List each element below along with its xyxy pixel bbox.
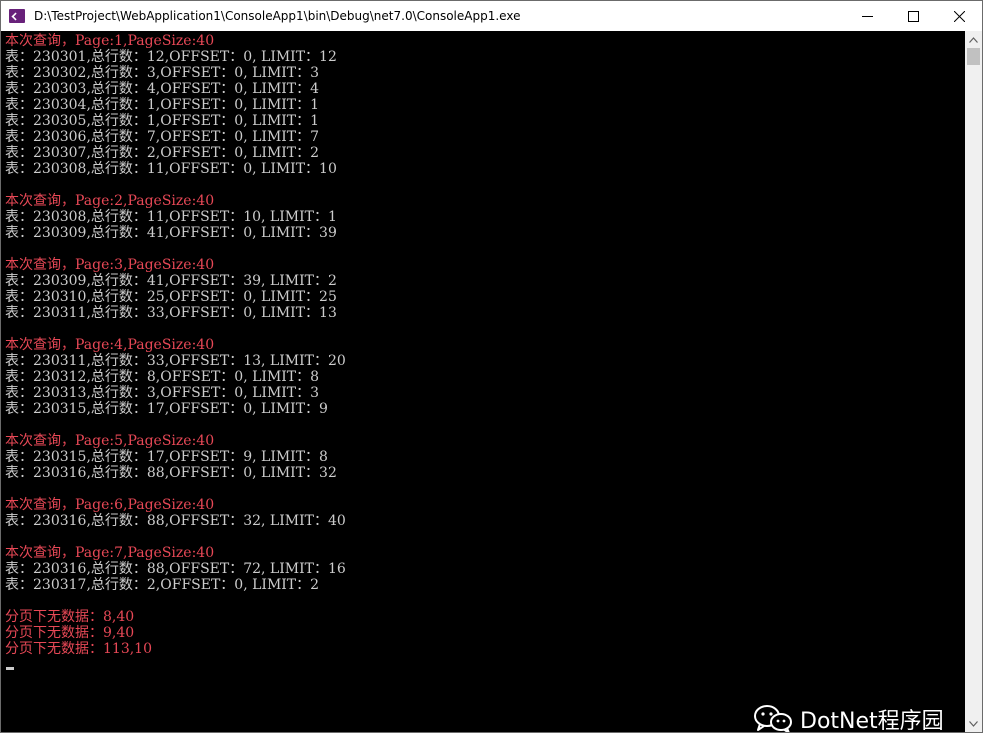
window-title: D:\TestProject\WebApplication1\ConsoleAp… [34, 9, 521, 23]
console-line: 分页下无数据：9,40 [5, 625, 135, 641]
console-line: 本次查询，Page:6,PageSize:40 [5, 497, 215, 513]
console-line: 表：230305,总行数：1,OFFSET：0, LIMIT：1 [5, 113, 320, 129]
console-line: 表：230311,总行数：33,OFFSET：0, LIMIT：13 [5, 305, 337, 321]
console-output[interactable]: 本次查询，Page:1,PageSize:40 表：230301,总行数：12,O… [1, 31, 965, 732]
console-lines: 本次查询，Page:1,PageSize:40 表：230301,总行数：12,O… [5, 33, 346, 657]
console-line: 表：230309,总行数：41,OFFSET：0, LIMIT：39 [5, 225, 337, 241]
console-line: 表：230302,总行数：3,OFFSET：0, LIMIT：3 [5, 65, 320, 81]
console-line: 表：230317,总行数：2,OFFSET：0, LIMIT：2 [5, 577, 320, 593]
console-line: 表：230316,总行数：88,OFFSET：72, LIMIT：16 [5, 561, 346, 577]
console-line: 表：230310,总行数：25,OFFSET：0, LIMIT：25 [5, 289, 337, 305]
console-line: 分页下无数据：8,40 [5, 609, 135, 625]
minimize-icon [861, 15, 873, 17]
console-line: 表：230316,总行数：88,OFFSET：32, LIMIT：40 [5, 513, 346, 529]
console-line: 表：230308,总行数：11,OFFSET：10, LIMIT：1 [5, 209, 337, 225]
console-window: D:\TestProject\WebApplication1\ConsoleAp… [0, 0, 983, 733]
console-line: 表：230309,总行数：41,OFFSET：39, LIMIT：2 [5, 273, 337, 289]
console-line: 表：230312,总行数：8,OFFSET：0, LIMIT：8 [5, 369, 320, 385]
console-line: 分页下无数据：113,10 [5, 641, 152, 657]
minimize-button[interactable] [844, 1, 890, 31]
console-line: 表：230313,总行数：3,OFFSET：0, LIMIT：3 [5, 385, 320, 401]
console-line: 表：230307,总行数：2,OFFSET：0, LIMIT：2 [5, 145, 320, 161]
console-line: 表：230311,总行数：33,OFFSET：13, LIMIT：20 [5, 353, 346, 369]
close-icon [953, 10, 965, 22]
close-button[interactable] [936, 1, 982, 31]
console-line: 表：230315,总行数：17,OFFSET：9, LIMIT：8 [5, 449, 328, 465]
maximize-icon [907, 10, 919, 22]
watermark-text: DotNet程序园 [800, 709, 944, 732]
console-line: 本次查询，Page:1,PageSize:40 [5, 33, 215, 49]
console-line: 本次查询，Page:3,PageSize:40 [5, 257, 215, 273]
console-line: 表：230301,总行数：12,OFFSET：0, LIMIT：12 [5, 49, 337, 65]
scroll-up-arrow-icon[interactable] [965, 31, 982, 48]
console-line: 表：230303,总行数：4,OFFSET：0, LIMIT：4 [5, 81, 320, 97]
title-bar[interactable]: D:\TestProject\WebApplication1\ConsoleAp… [1, 1, 982, 31]
console-line: 本次查询，Page:4,PageSize:40 [5, 337, 215, 353]
maximize-button[interactable] [890, 1, 936, 31]
console-line: 表：230315,总行数：17,OFFSET：0, LIMIT：9 [5, 401, 328, 417]
scroll-down-arrow-icon[interactable] [965, 715, 982, 732]
vertical-scrollbar[interactable] [965, 31, 982, 732]
console-line: 表：230306,总行数：7,OFFSET：0, LIMIT：7 [5, 129, 320, 145]
console-line: 表：230316,总行数：88,OFFSET：0, LIMIT：32 [5, 465, 337, 481]
console-line: 本次查询，Page:2,PageSize:40 [5, 193, 215, 209]
text-cursor [6, 667, 14, 670]
scrollbar-thumb[interactable] [967, 48, 980, 65]
console-line: 表：230308,总行数：11,OFFSET：0, LIMIT：10 [5, 161, 337, 177]
wechat-logo-icon [753, 704, 793, 732]
visual-studio-console-icon [9, 9, 25, 23]
console-line: 本次查询，Page:7,PageSize:40 [5, 545, 215, 561]
watermark: DotNet程序园 [753, 699, 944, 732]
console-line: 表：230304,总行数：1,OFFSET：0, LIMIT：1 [5, 97, 320, 113]
console-line: 本次查询，Page:5,PageSize:40 [5, 433, 215, 449]
